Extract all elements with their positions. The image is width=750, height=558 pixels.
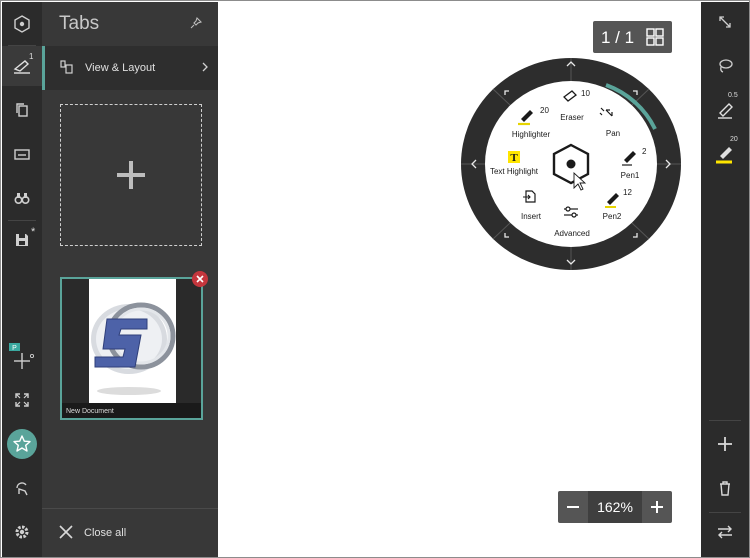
pen2-button[interactable]: Pen2 [582, 212, 642, 221]
swap-arrows-icon [718, 525, 732, 539]
pen-size-label: 0.5 [728, 92, 738, 99]
close-icon [196, 275, 204, 283]
highlighter-icon [716, 147, 732, 164]
pan-arrows-icon [719, 16, 731, 28]
highlighter-tool-button[interactable]: 20 [701, 134, 749, 174]
keyboard-button[interactable] [2, 134, 42, 174]
grid-view-icon[interactable] [646, 28, 664, 46]
hexagon-menu-icon [14, 15, 30, 33]
lasso-button[interactable] [701, 46, 749, 86]
highlighter-button[interactable]: Highlighter [501, 130, 561, 139]
minus-icon [567, 506, 579, 508]
trash-icon [720, 481, 730, 496]
close-all-button[interactable]: Close all [42, 508, 218, 554]
pan-tool-button[interactable] [701, 2, 749, 42]
new-tab-button[interactable] [60, 104, 202, 246]
eraser-size: 10 [581, 89, 590, 98]
highlighter-size: 20 [540, 106, 549, 115]
lasso-icon [719, 59, 733, 73]
save-button[interactable]: * [2, 220, 42, 260]
gesture-button[interactable] [2, 468, 42, 508]
close-all-label: Close all [84, 527, 127, 539]
radial-ring: T [461, 58, 681, 270]
settings-button[interactable] [2, 512, 42, 552]
tabs-panel: Tabs View & Layout New Document Close al… [42, 2, 218, 557]
advanced-button[interactable]: Advanced [542, 229, 602, 238]
svg-text:T: T [510, 152, 518, 164]
right-toolbar: 0.5 20 [701, 2, 749, 557]
unsaved-marker: * [31, 226, 36, 238]
view-layout-button[interactable]: View & Layout [42, 46, 218, 90]
document-thumbnail [89, 279, 176, 403]
fit-screen-icon [15, 393, 29, 407]
rail-divider [709, 420, 741, 421]
save-icon [16, 234, 28, 246]
copy-icon [16, 103, 28, 117]
add-point-button[interactable]: P [2, 336, 42, 376]
zoom-control: 162% [558, 491, 672, 523]
refresh-hand-icon [16, 482, 28, 496]
ink-button[interactable]: 1 [2, 46, 42, 86]
plus-icon [117, 161, 145, 189]
plus-icon [718, 437, 732, 451]
zoom-in-button[interactable] [642, 491, 672, 523]
left-toolbar: 1 * P [2, 2, 42, 557]
document-name: New Document [66, 408, 114, 415]
page-indicator[interactable]: 1 / 1 [593, 21, 672, 53]
swap-side-button[interactable] [701, 512, 749, 552]
pen-icon [718, 103, 733, 119]
gear-icon [15, 525, 29, 539]
document-tab-card[interactable]: New Document [60, 277, 203, 420]
pan-button[interactable]: Pan [583, 129, 643, 138]
app-logo-image [91, 302, 176, 395]
fit-screen-button[interactable] [2, 380, 42, 420]
view-layout-label: View & Layout [85, 62, 156, 74]
favorites-button[interactable] [2, 424, 42, 464]
pen1-button[interactable]: Pen1 [600, 171, 660, 180]
app-window: 1 * P Tabs View & Layout New Document Cl… [0, 0, 750, 558]
binoculars-icon [14, 193, 30, 205]
add-page-button[interactable] [701, 424, 749, 464]
insert-button[interactable]: Insert [501, 212, 561, 221]
text-highlight-button[interactable]: Text Highlight [484, 167, 544, 176]
plus-icon [651, 501, 663, 513]
page-number-text: 1 / 1 [601, 28, 635, 47]
zoom-out-button[interactable] [558, 491, 588, 523]
svg-text:P: P [12, 345, 17, 352]
radial-menu: T 10 Eraser Pan 2 Pen1 12 Pen2 Advanced … [460, 57, 682, 271]
pen1-size: 2 [642, 147, 647, 156]
zoom-level[interactable]: 162% [588, 491, 642, 523]
keyboard-icon [14, 149, 30, 160]
close-x-icon [59, 525, 73, 539]
eraser-button[interactable]: Eraser [542, 113, 602, 122]
close-document-button[interactable] [192, 271, 208, 287]
layout-icon [60, 60, 73, 74]
menu-toggle-button[interactable] [2, 4, 42, 44]
add-point-icon: P [9, 343, 35, 369]
delete-button[interactable] [701, 468, 749, 508]
star-icon [7, 429, 37, 459]
panel-title: Tabs [59, 13, 100, 34]
chevron-right-icon [202, 62, 208, 72]
pen-tool-button[interactable]: 0.5 [701, 90, 749, 130]
search-button[interactable] [2, 178, 42, 218]
copy-button[interactable] [2, 90, 42, 130]
pen2-size: 12 [623, 188, 632, 197]
ink-badge: 1 [29, 52, 34, 61]
highlighter-size-label: 20 [730, 136, 738, 143]
pin-icon[interactable] [189, 16, 203, 30]
